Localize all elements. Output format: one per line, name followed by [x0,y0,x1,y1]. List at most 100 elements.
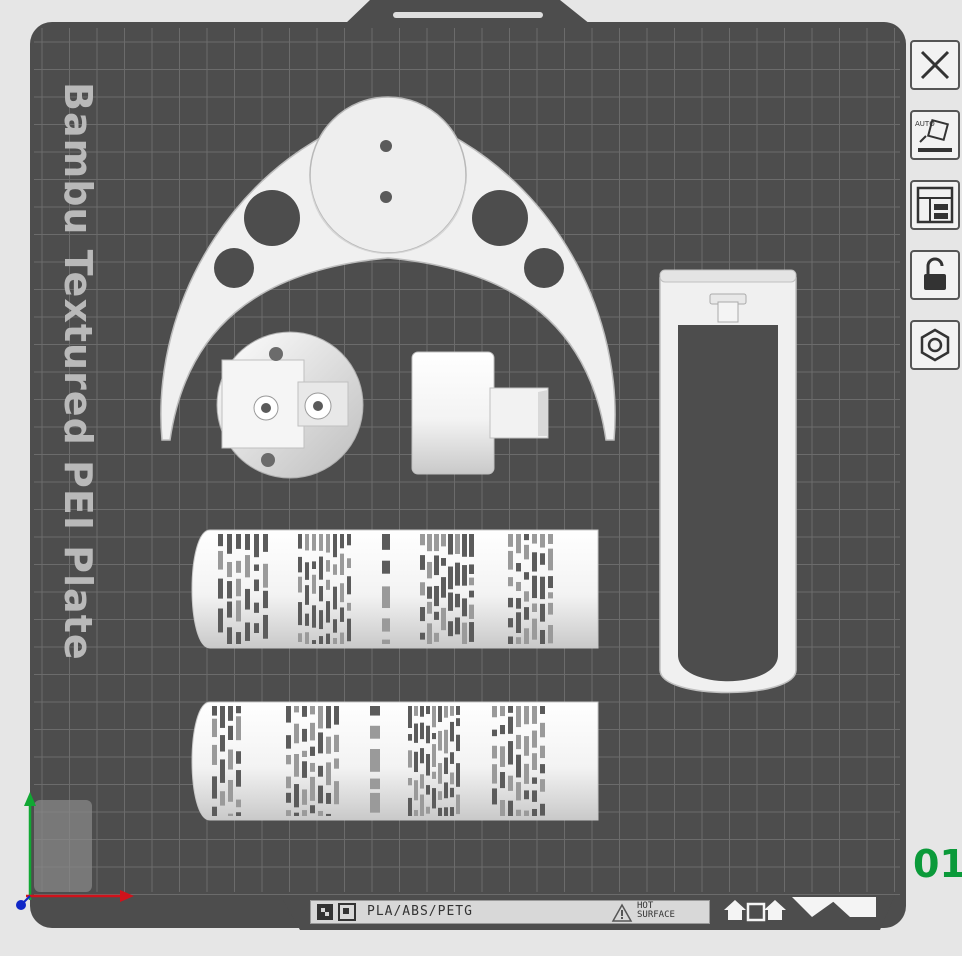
texture-stripe [455,593,460,608]
texture-stripe [444,807,448,816]
texture-stripe [548,592,553,599]
texture-stripe [254,534,259,558]
filament-compatibility: PLA/ABS/PETG [367,904,473,919]
texture-stripe [302,706,307,717]
texture-stripe [333,637,337,644]
texture-stripe [310,706,315,715]
texture-stripe [420,555,425,570]
texture-stripe [382,586,390,609]
texture-stripe [500,746,505,767]
texture-stripe [469,590,474,598]
texture-stripe [326,579,330,590]
texture-stripe [524,736,529,756]
texture-stripe [298,576,302,593]
lock-button[interactable] [910,250,960,300]
texture-stripe [228,779,233,802]
texture-stripe [462,622,467,644]
textured-cylinder-1 [191,529,599,649]
texture-stripe [548,534,553,544]
texture-stripe [540,745,545,759]
texture-stripe [334,758,339,769]
texture-stripe [492,764,497,784]
texture-stripe [448,534,453,555]
texture-stripe [310,776,315,801]
texture-stripe [540,764,545,774]
texture-stripe [236,716,241,741]
texture-stripe [441,607,446,631]
texture-stripe [444,706,448,718]
texture-stripe [263,563,268,588]
texture-stripe [548,602,553,615]
texture-stripe [462,598,467,617]
texture-stripe [228,813,233,816]
origin-tile [34,800,92,892]
texture-stripe [508,550,513,570]
plate-settings-button[interactable] [910,320,960,370]
texture-stripe [414,810,418,816]
texture-stripe [516,598,521,609]
texture-stripe [340,534,344,549]
texture-stripe [438,706,442,723]
texture-stripe [438,730,442,751]
texture-stripe [326,534,330,553]
texture-stripe [347,618,351,642]
texture-stripe [334,706,339,725]
texture-stripe [532,777,537,784]
arrange-button[interactable] [910,180,960,230]
plate-number: 01 [913,842,962,886]
texture-stripe [420,607,425,622]
texture-stripe [212,718,217,738]
close-icon [920,50,950,80]
texture-stripe [333,586,337,610]
texture-stripe [524,607,529,620]
texture-stripe [263,534,268,552]
texture-stripe [236,812,241,816]
texture-stripe [508,636,513,644]
texture-stripe [448,621,453,637]
texture-stripe [212,776,217,799]
texture-stripe [218,608,223,633]
texture-stripe [427,561,432,579]
texture-stripe [524,544,529,560]
texture-stripe [319,636,323,644]
texture-stripe [347,576,351,595]
texture-stripe [420,632,425,640]
texture-stripe [370,706,380,716]
texture-stripe [432,744,436,768]
texture-stripe [408,734,412,741]
texture-stripe [370,749,380,772]
plate-handle [393,12,543,18]
texture-stripe [286,776,291,789]
texture-stripe [298,556,302,573]
texture-stripe [212,706,217,716]
texture-stripe [228,749,233,770]
texture-stripe [426,706,430,715]
texture-stripe [524,591,529,602]
texture-stripe [310,762,315,772]
texture-stripe [524,706,529,725]
texture-stripe [524,763,529,784]
texture-stripe [370,778,380,790]
texture-stripe [516,563,521,572]
texture-stripe [312,534,316,551]
texture-stripe [455,534,460,554]
auto-orient-button[interactable]: AUTO [910,110,960,160]
texture-stripe [236,632,241,644]
texture-stripe [524,790,529,800]
texture-stripe [438,807,442,816]
texture-stripe [455,617,460,635]
plate-name-label: Bambu Textured PEI Plate [56,82,100,661]
hot-surface-warning: HOT SURFACE [637,901,675,920]
texture-stripe [434,555,439,576]
texture-stripe [540,553,545,565]
texture-stripe [532,730,537,748]
texture-stripe [286,792,291,803]
texture-stripe [540,629,545,644]
texture-stripe [310,746,315,756]
texture-stripe [318,732,323,754]
texture-stripe [245,534,250,550]
texture-stripe [286,810,291,816]
close-button[interactable] [910,40,960,90]
texture-stripe [254,564,259,571]
texture-stripe [227,581,232,599]
